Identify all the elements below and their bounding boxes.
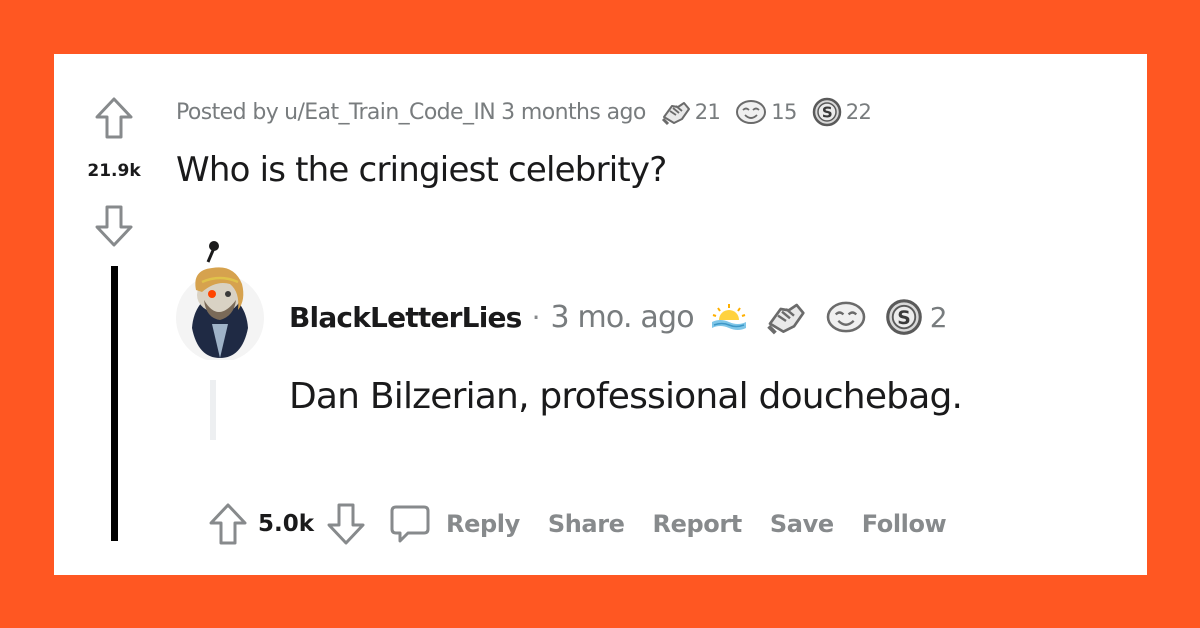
reply-button[interactable]: Reply xyxy=(388,503,520,545)
upvote-icon[interactable] xyxy=(94,96,134,140)
svg-text:S: S xyxy=(897,308,911,329)
report-button[interactable]: Report xyxy=(653,510,743,538)
handshake-award-icon xyxy=(661,102,690,126)
post-author-link[interactable]: u/Eat_Train_Code_IN xyxy=(284,100,496,125)
award-wholesome[interactable] xyxy=(824,299,868,335)
comment-score: 5.0k xyxy=(258,511,315,537)
award-count: 15 xyxy=(771,100,797,124)
award-count: 22 xyxy=(845,100,872,124)
post-time: 3 months ago xyxy=(501,99,646,125)
comment-indent-line[interactable] xyxy=(210,380,216,440)
vote-column: 21.9k xyxy=(54,54,174,575)
award-count: 2 xyxy=(929,300,948,334)
silver-award-icon: S xyxy=(885,299,922,335)
comment-author-link[interactable]: BlackLetterLies xyxy=(289,301,522,334)
post-score: 21.9k xyxy=(87,161,141,181)
downvote-icon[interactable] xyxy=(326,502,366,546)
posted-by-label: Posted by xyxy=(176,99,279,125)
post-card: 21.9k Posted by u/Eat_Train_Code_IN 3 mo… xyxy=(54,54,1147,575)
upvote-icon[interactable] xyxy=(208,502,248,546)
wholesome-award-icon xyxy=(826,301,866,333)
award-handshake[interactable]: 21 xyxy=(660,97,721,127)
svg-text:S: S xyxy=(822,104,832,122)
sunrise-award-icon xyxy=(711,304,746,330)
save-button[interactable]: Save xyxy=(770,510,834,538)
award-handshake[interactable] xyxy=(764,297,808,337)
follow-button[interactable]: Follow xyxy=(862,510,947,538)
wholesome-award-icon xyxy=(736,100,767,124)
comment-actions: 5.0k Reply Share Report Save Follow xyxy=(208,501,947,547)
silver-award-icon: S xyxy=(812,97,842,127)
award-count: 21 xyxy=(694,100,721,124)
post-title[interactable]: Who is the cringiest celebrity? xyxy=(176,150,667,190)
comment-time[interactable]: 3 mo. ago xyxy=(550,300,694,335)
comment-body: Dan Bilzerian, professional douchebag. xyxy=(289,376,963,417)
award-silver[interactable]: S 22 xyxy=(811,96,872,128)
award-silver[interactable]: S 2 xyxy=(884,297,948,337)
reply-label: Reply xyxy=(446,510,520,538)
avatar[interactable] xyxy=(172,240,268,360)
post-meta: Posted by u/Eat_Train_Code_IN 3 months a… xyxy=(176,96,872,128)
award-wholesome[interactable]: 15 xyxy=(734,98,797,126)
downvote-icon[interactable] xyxy=(94,204,134,248)
comment-header: BlackLetterLies · 3 mo. ago S 2 xyxy=(289,297,948,337)
award-sunrise[interactable] xyxy=(710,302,748,332)
handshake-award-icon xyxy=(767,303,805,335)
share-button[interactable]: Share xyxy=(548,510,625,538)
thread-line[interactable] xyxy=(111,266,118,541)
comment-bubble-icon xyxy=(390,505,430,543)
separator-dot: · xyxy=(531,300,541,334)
